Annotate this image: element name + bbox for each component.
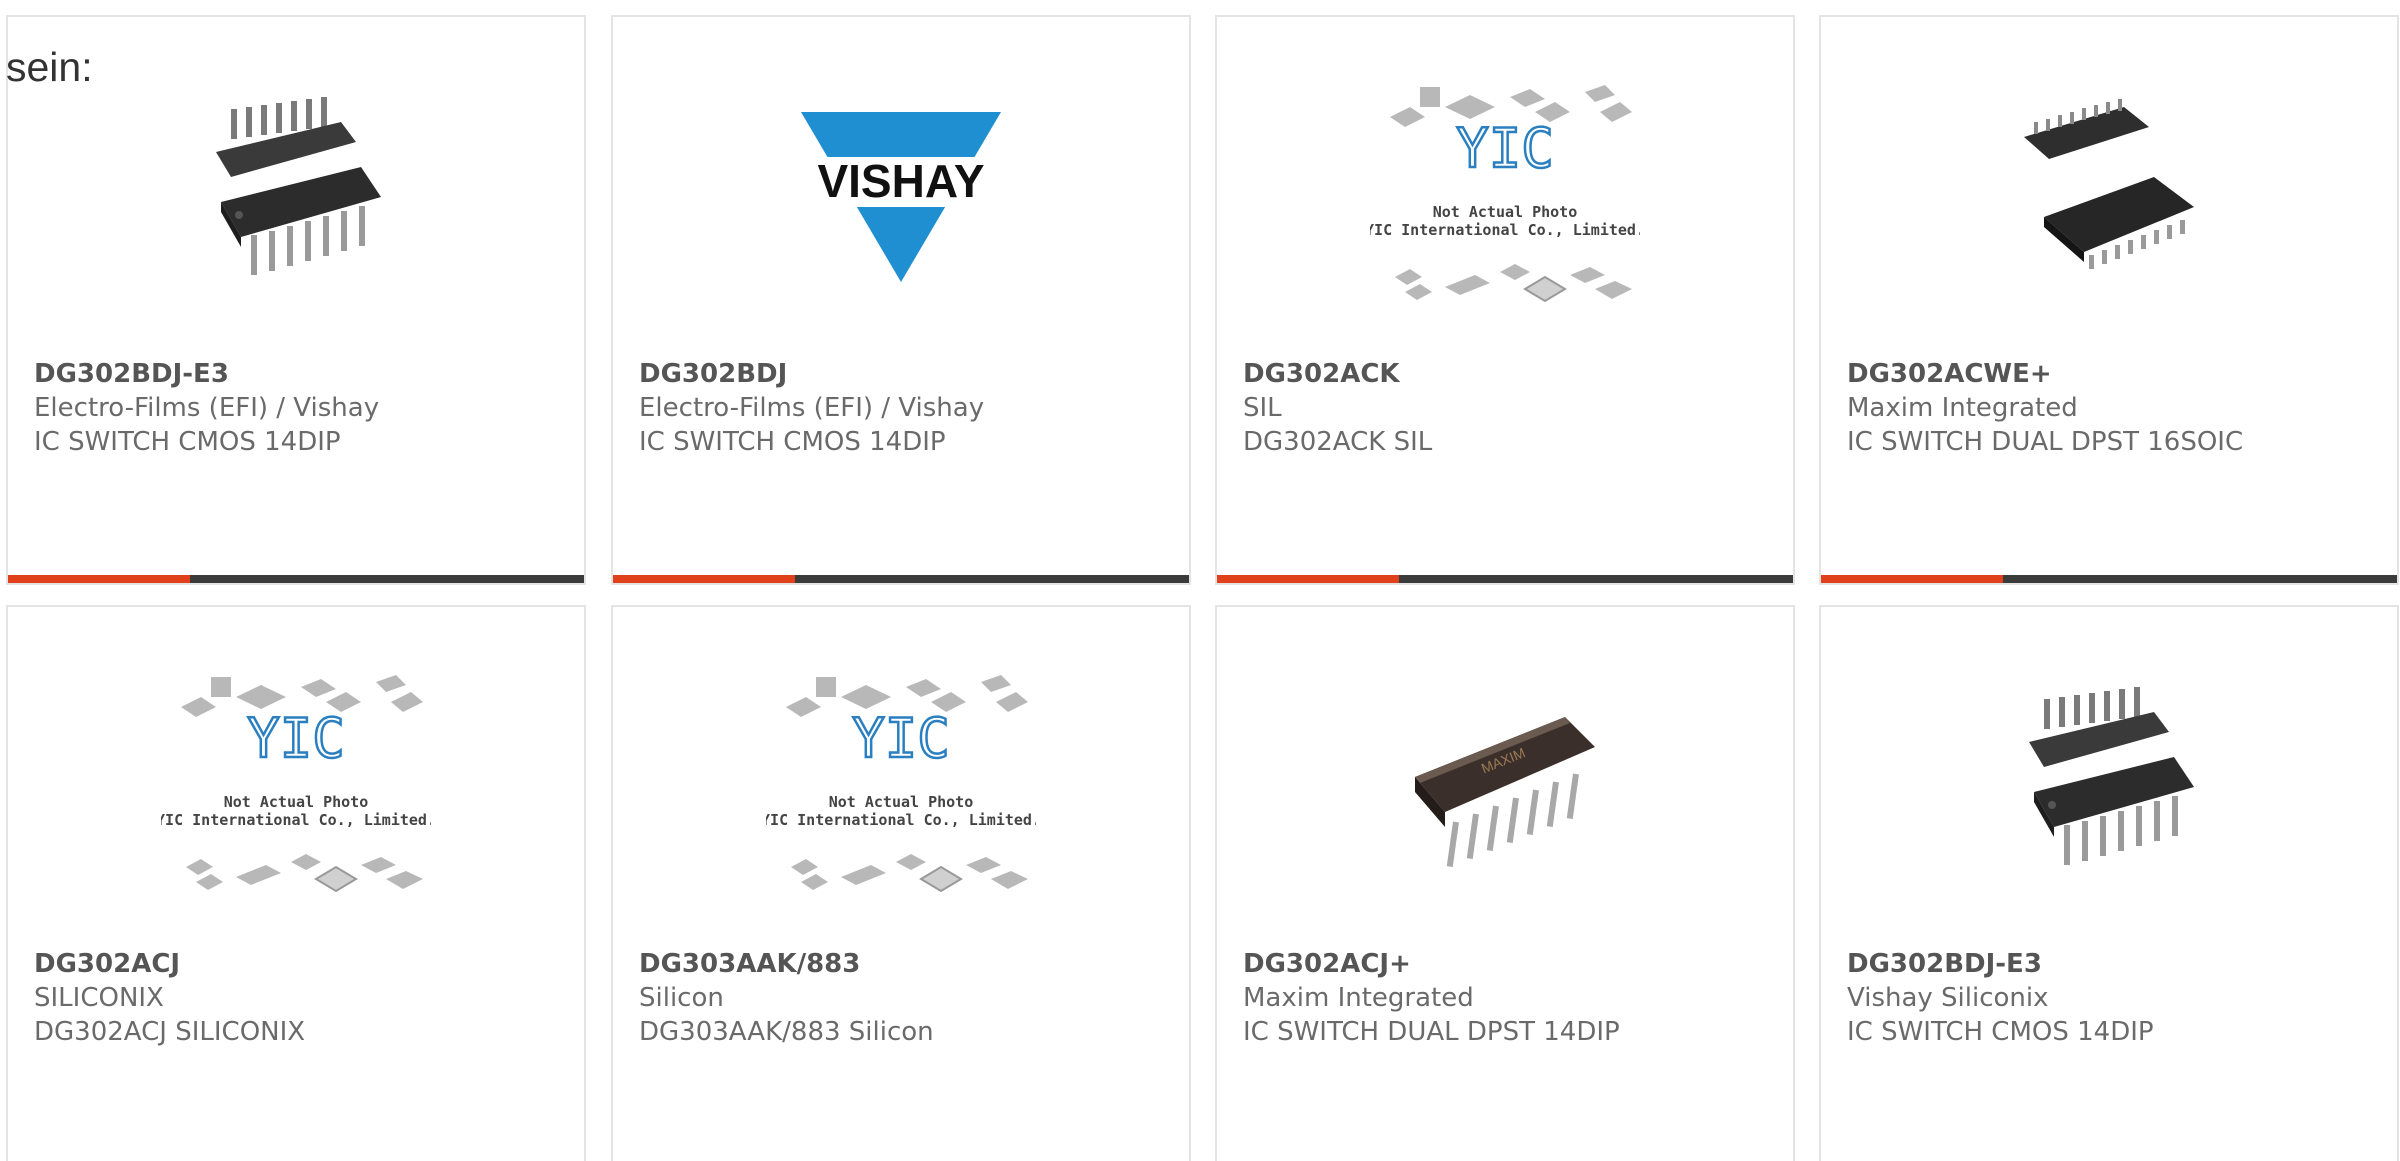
card-bottom-bar: [1217, 575, 1793, 583]
product-card[interactable]: DG302ACWE+ Maxim Integrated IC SWITCH DU…: [1819, 15, 2399, 585]
card-accent-bar: [1821, 575, 2003, 583]
description: IC SWITCH DUAL DPST 14DIP: [1243, 1017, 1620, 1047]
product-image[interactable]: VISHAY: [613, 87, 1189, 307]
svg-text:Not Actual Photo: Not Actual Photo: [829, 793, 974, 811]
dip14-chip-icon: [2029, 687, 2194, 865]
product-card[interactable]: YIC Not Actual Photo YIC International C…: [611, 605, 1191, 1161]
part-number[interactable]: DG302ACJ+: [1243, 947, 1773, 981]
product-card[interactable]: VISHAY DG302BDJ Electro-Films (EFI) / Vi…: [611, 15, 1191, 585]
yic-placeholder-image: YIC Not Actual Photo YIC International C…: [766, 675, 1036, 893]
card-accent-bar: [613, 575, 795, 583]
part-number[interactable]: DG302BDJ-E3: [34, 357, 564, 391]
product-image[interactable]: [8, 87, 584, 307]
description: IC SWITCH CMOS 14DIP: [1847, 1017, 2154, 1047]
yic-placeholder-image: YIC Not Actual Photo YIC International C…: [161, 675, 431, 893]
svg-text:YIC International Co., Limited: YIC International Co., Limited.: [1370, 221, 1640, 239]
manufacturer: Electro-Films (EFI) / Vishay: [34, 393, 380, 423]
product-grid-page: sein: DG302BDJ-E3 Electro-Films (EFI) / …: [0, 0, 2400, 1161]
manufacturer: Maxim Integrated: [1847, 393, 2078, 423]
intro-text: sein:: [6, 44, 93, 90]
svg-text:VISHAY: VISHAY: [817, 155, 984, 207]
description: IC SWITCH DUAL DPST 16SOIC: [1847, 427, 2244, 457]
svg-text:Not Actual Photo: Not Actual Photo: [224, 793, 369, 811]
product-image[interactable]: MAXIM: [1217, 677, 1793, 897]
description: DG302ACK SIL: [1243, 427, 1433, 457]
manufacturer: Electro-Films (EFI) / Vishay: [639, 393, 985, 423]
svg-text:Not Actual Photo: Not Actual Photo: [1433, 203, 1578, 221]
yic-placeholder-image: YIC Not Actual Photo YIC International C…: [1370, 85, 1640, 303]
card-bottom-bar: [8, 575, 584, 583]
part-number[interactable]: DG302BDJ-E3: [1847, 947, 2377, 981]
product-image[interactable]: [1821, 87, 2397, 307]
description: IC SWITCH CMOS 14DIP: [34, 427, 341, 457]
product-image[interactable]: YIC Not Actual Photo YIC International C…: [8, 675, 584, 897]
svg-text:YIC: YIC: [247, 707, 345, 770]
part-number[interactable]: DG302ACJ: [34, 947, 564, 981]
part-number[interactable]: DG303AAK/883: [639, 947, 1169, 981]
card-accent-bar: [8, 575, 190, 583]
part-number[interactable]: DG302ACWE+: [1847, 357, 2377, 391]
svg-text:YIC International Co., Limited: YIC International Co., Limited.: [161, 811, 431, 829]
card-accent-bar: [1217, 575, 1399, 583]
product-card[interactable]: YIC Not Actual Photo YIC International C…: [1215, 15, 1795, 585]
description: DG302ACJ SILICONIX: [34, 1017, 306, 1047]
product-card[interactable]: YIC Not Actual Photo YIC International C…: [6, 605, 586, 1161]
card-bottom-bar: [1821, 575, 2397, 583]
description: IC SWITCH CMOS 14DIP: [639, 427, 946, 457]
manufacturer: SIL: [1243, 393, 1282, 423]
part-number[interactable]: DG302ACK: [1243, 357, 1773, 391]
description: DG303AAK/883 Silicon: [639, 1017, 934, 1047]
manufacturer: Silicon: [639, 983, 724, 1013]
dip14-chip-icon: [216, 97, 381, 275]
product-card[interactable]: MAXIM DG302ACJ+ Maxim Integrated IC SWIT…: [1215, 605, 1795, 1161]
part-number[interactable]: DG302BDJ: [639, 357, 1169, 391]
product-card[interactable]: DG302BDJ-E3 Electro-Films (EFI) / Vishay…: [6, 15, 586, 585]
manufacturer: SILICONIX: [34, 983, 164, 1013]
svg-text:YIC: YIC: [852, 707, 950, 770]
soic16-chip-icon: [2024, 99, 2194, 269]
vishay-logo: VISHAY: [796, 112, 1006, 282]
maxim-dip-chip-icon: MAXIM: [1415, 717, 1595, 867]
manufacturer: Vishay Siliconix: [1847, 983, 2049, 1013]
product-card[interactable]: DG302BDJ-E3 Vishay Siliconix IC SWITCH C…: [1819, 605, 2399, 1161]
product-image[interactable]: YIC Not Actual Photo YIC International C…: [613, 675, 1189, 897]
manufacturer: Maxim Integrated: [1243, 983, 1474, 1013]
svg-text:YIC International Co., Limited: YIC International Co., Limited.: [766, 811, 1036, 829]
svg-text:YIC: YIC: [1456, 117, 1554, 180]
product-image[interactable]: [1821, 677, 2397, 897]
card-bottom-bar: [613, 575, 1189, 583]
product-image[interactable]: YIC Not Actual Photo YIC International C…: [1217, 85, 1793, 307]
